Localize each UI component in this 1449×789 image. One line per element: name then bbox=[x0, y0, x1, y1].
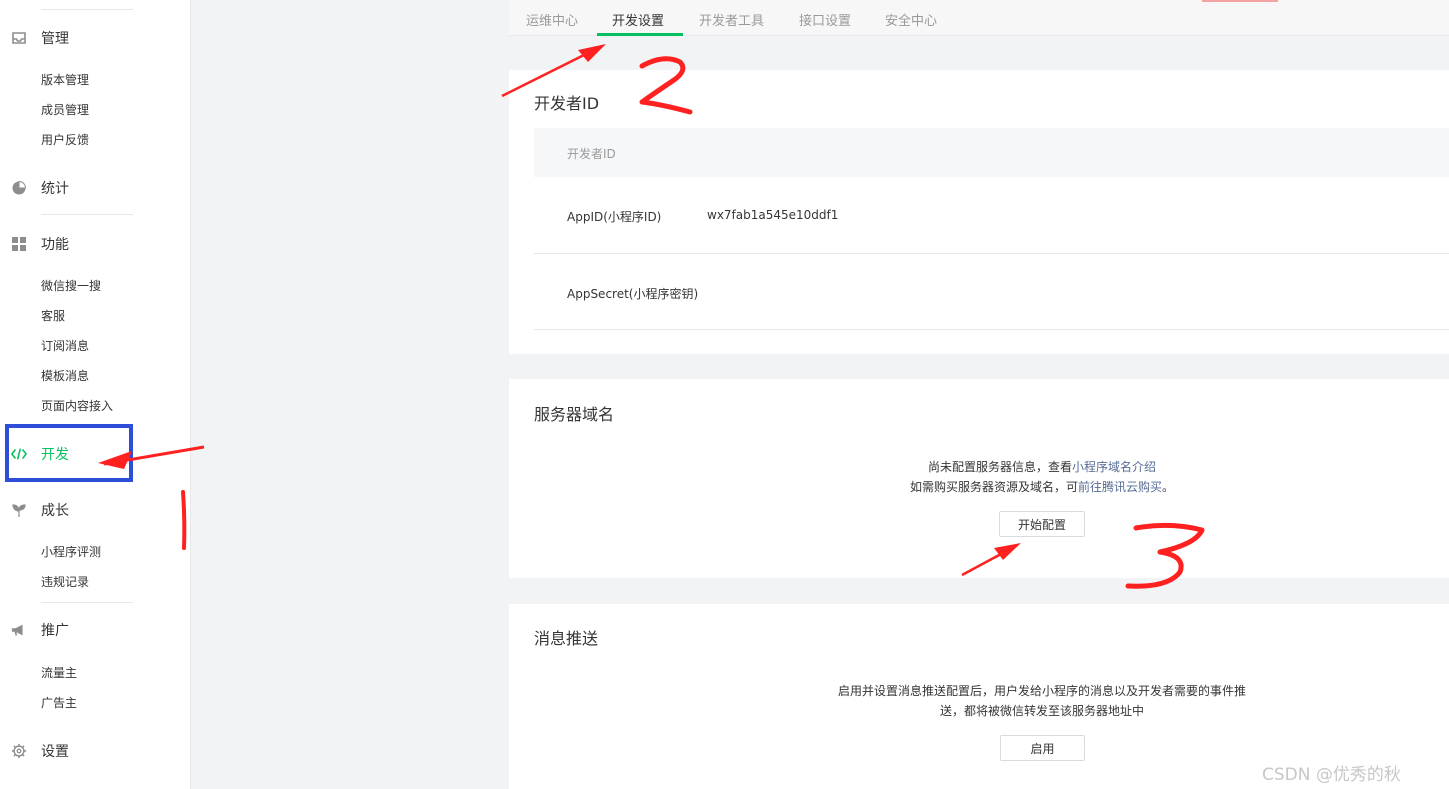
card-title: 开发者ID bbox=[534, 94, 600, 113]
sidebar-section-features[interactable]: 功能 bbox=[0, 232, 191, 256]
divider bbox=[41, 214, 133, 215]
sidebar-item-evaluation[interactable]: 小程序评测 bbox=[41, 543, 101, 560]
sidebar-item-subscribe-message[interactable]: 订阅消息 bbox=[41, 337, 89, 354]
appid-value: wx7fab1a545e10ddf1 bbox=[707, 208, 839, 222]
tab-dev-tools[interactable]: 开发者工具 bbox=[699, 10, 764, 29]
sidebar-section-develop[interactable]: 开发 bbox=[0, 442, 191, 466]
sidebar-item-feedback[interactable]: 用户反馈 bbox=[41, 131, 89, 148]
sidebar-section-label: 统计 bbox=[41, 181, 69, 197]
sidebar-item-advertiser[interactable]: 广告主 bbox=[41, 694, 77, 711]
server-purchase-line: 如需购买服务器资源及域名，可前往腾讯云购买。 bbox=[910, 478, 1174, 495]
sidebar-item-customer-service[interactable]: 客服 bbox=[41, 307, 65, 324]
sidebar-section-promote[interactable]: 推广 bbox=[0, 618, 191, 642]
sidebar-section-label: 成长 bbox=[41, 503, 69, 519]
table-header-label: 开发者ID bbox=[567, 147, 616, 161]
start-config-button[interactable]: 开始配置 bbox=[999, 511, 1085, 537]
divider bbox=[41, 9, 133, 10]
sidebar-item-version[interactable]: 版本管理 bbox=[41, 71, 89, 88]
sidebar-item-page-content[interactable]: 页面内容接入 bbox=[41, 397, 113, 414]
tab-api-settings[interactable]: 接口设置 bbox=[799, 10, 851, 29]
sidebar-section-label: 管理 bbox=[41, 31, 69, 47]
pie-chart-icon bbox=[11, 180, 27, 196]
sidebar: 管理 版本管理 成员管理 用户反馈 统计 功能 微信搜一搜 客服 订阅消息 模板… bbox=[0, 0, 191, 789]
megaphone-icon bbox=[11, 622, 27, 638]
sidebar-item-members[interactable]: 成员管理 bbox=[41, 101, 89, 118]
sidebar-section-growth[interactable]: 成长 bbox=[0, 498, 191, 522]
sidebar-section-label: 开发 bbox=[41, 447, 69, 463]
period: 。 bbox=[1162, 480, 1175, 494]
divider bbox=[534, 329, 1449, 330]
sprout-icon bbox=[11, 502, 27, 518]
divider bbox=[534, 253, 1449, 254]
sidebar-section-label: 推广 bbox=[41, 623, 69, 639]
server-info-text: 尚未配置服务器信息，查看 bbox=[928, 460, 1073, 474]
active-tab-indicator bbox=[597, 33, 683, 36]
table-header: 开发者ID bbox=[534, 128, 1449, 177]
card-title: 消息推送 bbox=[534, 629, 599, 648]
sidebar-section-manage[interactable]: 管理 bbox=[0, 26, 191, 50]
tencent-cloud-link[interactable]: 前往腾讯云购买 bbox=[1078, 480, 1162, 494]
sidebar-item-wechat-search[interactable]: 微信搜一搜 bbox=[41, 277, 101, 294]
sidebar-item-violations[interactable]: 违规记录 bbox=[41, 573, 89, 590]
top-marker bbox=[1202, 0, 1278, 2]
sidebar-section-settings[interactable]: 设置 bbox=[0, 739, 191, 763]
appid-label: AppID(小程序ID) bbox=[567, 210, 662, 224]
tab-ops-center[interactable]: 运维中心 bbox=[526, 10, 578, 29]
gear-icon bbox=[11, 743, 27, 759]
enable-button[interactable]: 启用 bbox=[1000, 735, 1085, 761]
tab-security-center[interactable]: 安全中心 bbox=[885, 10, 937, 29]
code-icon bbox=[11, 446, 27, 462]
push-info-line1: 启用并设置消息推送配置后，用户发给小程序的消息以及开发者需要的事件推 bbox=[838, 684, 1247, 698]
tab-dev-settings[interactable]: 开发设置 bbox=[612, 10, 664, 29]
sidebar-section-label: 设置 bbox=[41, 744, 69, 760]
divider bbox=[41, 602, 133, 603]
inbox-icon bbox=[11, 30, 27, 46]
server-info-line: 尚未配置服务器信息，查看小程序域名介绍 bbox=[928, 458, 1156, 475]
push-info-line2: 送，都将被微信转发至该服务器地址中 bbox=[940, 704, 1145, 718]
domain-intro-link[interactable]: 小程序域名介绍 bbox=[1072, 460, 1156, 474]
sidebar-item-traffic-owner[interactable]: 流量主 bbox=[41, 664, 77, 681]
sidebar-section-label: 功能 bbox=[41, 237, 69, 253]
server-purchase-text: 如需购买服务器资源及域名，可 bbox=[910, 480, 1079, 494]
card-title: 服务器域名 bbox=[534, 405, 615, 424]
sidebar-section-stats[interactable]: 统计 bbox=[0, 176, 191, 200]
sidebar-item-template-message[interactable]: 模板消息 bbox=[41, 367, 89, 384]
watermark: CSDN @优秀的秋 bbox=[1262, 765, 1401, 785]
appsecret-label: AppSecret(小程序密钥) bbox=[567, 287, 699, 301]
grid-icon bbox=[11, 236, 27, 252]
